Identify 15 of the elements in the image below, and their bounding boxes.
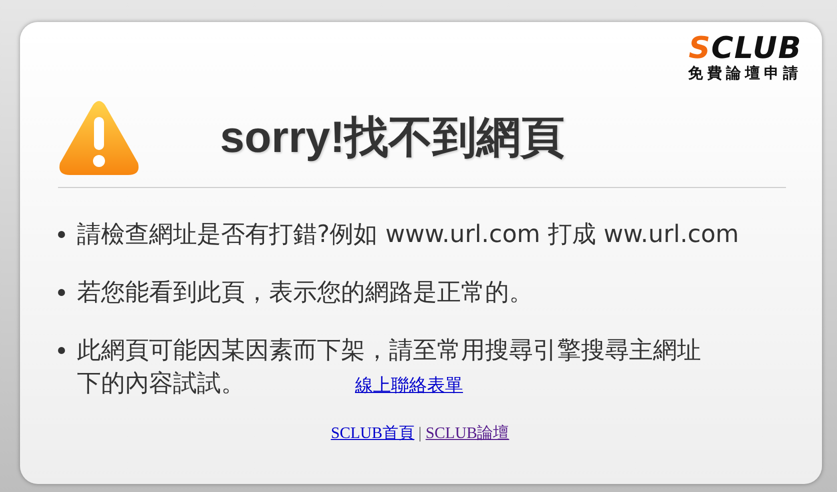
footer-link[interactable]: SCLUB首頁 bbox=[330, 425, 414, 442]
bullet-text: 此網頁可能因某因素而下架，請至常用搜尋引擎搜尋主網址 bbox=[77, 335, 701, 366]
bullet-text: 下的內容試試。 bbox=[77, 368, 245, 399]
bullet-icon bbox=[58, 289, 65, 296]
bullet-text: 請檢查網址是否有打錯?例如 www.url.com 打成 ww.url.com bbox=[77, 219, 739, 250]
page-title: sorry!找不到網頁 bbox=[220, 112, 565, 164]
separator: | bbox=[417, 425, 423, 442]
bullet-icon bbox=[58, 347, 65, 354]
warning-icon bbox=[58, 99, 140, 177]
bullet-text: 若您能看到此頁，表示您的網路是正常的。 bbox=[77, 277, 533, 308]
bullet-icon bbox=[58, 231, 65, 238]
logo: SCLUB bbox=[688, 34, 802, 64]
footer-link[interactable]: SCLUB論壇 bbox=[426, 425, 510, 442]
contact-form-link[interactable]: 線上聯絡表單 bbox=[355, 369, 463, 402]
logo-tagline: 免費論壇申請 bbox=[687, 66, 802, 81]
